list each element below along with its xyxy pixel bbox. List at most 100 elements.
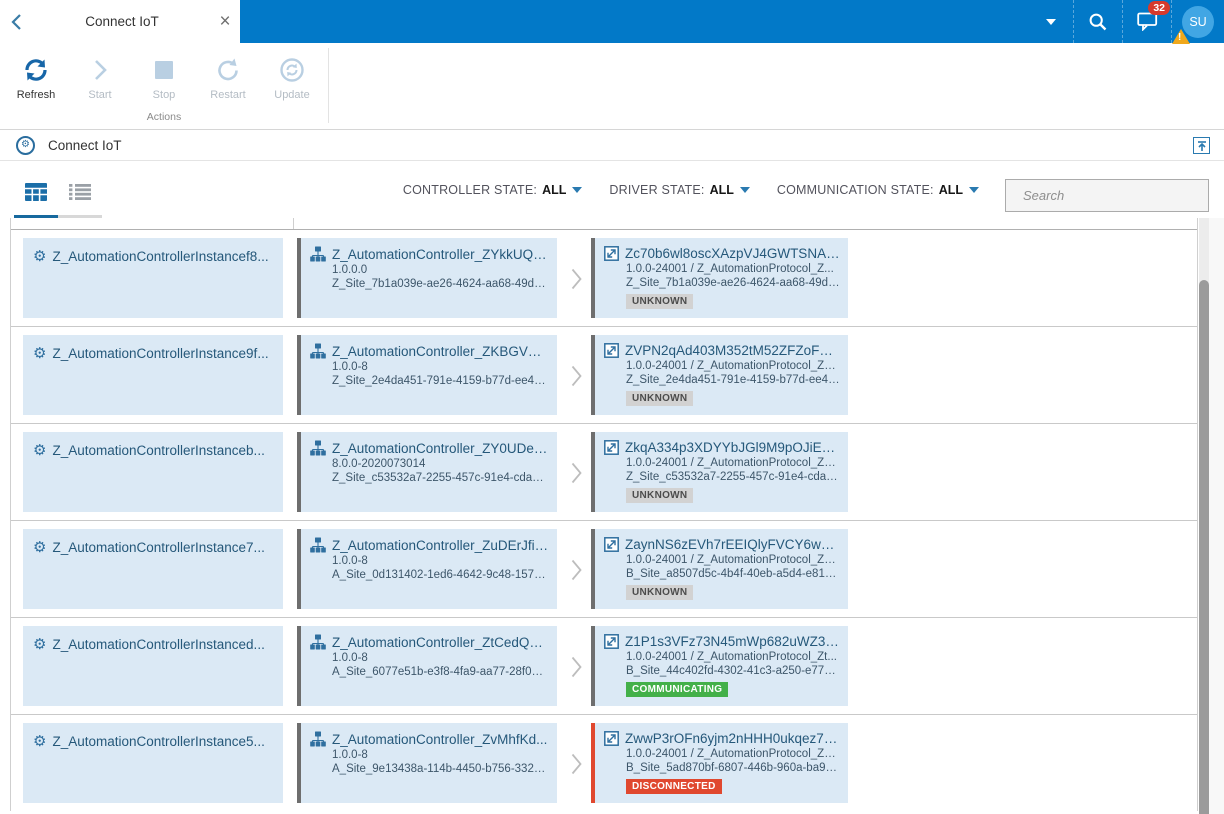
vertical-scrollbar[interactable] (1199, 218, 1209, 814)
toolbar-group-label: Actions (146, 111, 182, 123)
topbar-dropdown-button[interactable] (1028, 0, 1074, 43)
controller-state-filter[interactable]: CONTROLLER STATE: ALL (403, 183, 583, 197)
expand-row-button[interactable] (563, 521, 589, 618)
start-icon (68, 55, 132, 85)
grid-view-toggle[interactable] (14, 183, 58, 218)
top-bar: Connect IoT × 32 SU (0, 0, 1224, 44)
controller-name: Z_AutomationController_ZvMhfKd... (332, 731, 548, 747)
controller-card[interactable]: Z_AutomationController_ZKBGVVV... 1.0.0-… (297, 335, 557, 415)
back-button[interactable] (0, 0, 34, 43)
exchange-icon (604, 246, 619, 261)
refresh-button[interactable]: Refresh (4, 55, 68, 101)
chevron-left-icon (11, 13, 21, 30)
right-gutter (1209, 218, 1224, 814)
user-menu-button[interactable]: SU (1172, 0, 1224, 44)
list-view-toggle[interactable] (58, 183, 102, 218)
avatar: SU (1172, 5, 1214, 44)
controller-card[interactable]: Z_AutomationController_ZtCedQO... 1.0.0-… (297, 626, 557, 706)
driver-card[interactable]: ZVPN2qAd403M352tM52ZFZoFpPr... 1.0.0-240… (591, 335, 848, 415)
search-input[interactable] (1023, 188, 1199, 203)
driver-site: B_Site_a8507d5c-4b4f-40eb-a5d4-e81b1... (626, 568, 840, 580)
driver-site: Z_Site_7b1a039e-ae26-4624-aa68-49de0... (626, 277, 840, 289)
restart-button[interactable]: Restart (196, 55, 260, 101)
table-row: ⚙ Z_AutomationControllerInstanced... Z_A… (11, 618, 1197, 715)
instance-card[interactable]: ⚙ Z_AutomationControllerInstancef8... (23, 238, 283, 318)
driver-version-protocol: 1.0.0-24001 / Z_AutomationProtocol_Zb... (626, 748, 840, 760)
toolbar-separator (328, 48, 329, 123)
controller-card[interactable]: Z_AutomationController_ZvMhfKd... 1.0.0-… (297, 723, 557, 803)
controller-site: A_Site_6077e51b-e3f8-4fa9-aa77-28f01fc..… (332, 666, 549, 678)
connect-iot-icon: ⚙ (16, 135, 35, 155)
communication-state-badge: UNKNOWN (626, 488, 694, 503)
controller-name: Z_AutomationController_ZKBGVVV... (332, 343, 549, 359)
driver-site: Z_Site_c53532a7-2255-457c-91e4-cda666... (626, 471, 840, 483)
chevron-right-icon (571, 656, 582, 677)
table-row: ⚙ Z_AutomationControllerInstance9f... Z_… (11, 327, 1197, 424)
stop-button[interactable]: Stop (132, 55, 196, 101)
controller-version: 1.0.0-8 (332, 652, 368, 664)
exchange-icon (604, 440, 619, 455)
chevron-right-icon (571, 462, 582, 483)
driver-version-protocol: 1.0.0-24001 / Z_AutomationProtocol_Z... (626, 263, 834, 275)
driver-version-protocol: 1.0.0-24001 / Z_AutomationProtocol_Zyl..… (626, 457, 840, 469)
topbar-search-button[interactable] (1074, 0, 1123, 43)
controller-name: Z_AutomationController_ZtCedQO... (332, 634, 549, 650)
driver-card[interactable]: ZwwP3rOFn6yjm2nHHH0ukqez7YK0 1.0.0-24001… (591, 723, 848, 803)
stop-icon (132, 55, 196, 85)
driver-card[interactable]: ZkqA334p3XDYYbJGl9M9pOJiENFYN 1.0.0-2400… (591, 432, 848, 512)
communication-state-badge: UNKNOWN (626, 391, 694, 406)
tab-connect-iot[interactable]: Connect IoT × (0, 0, 240, 43)
controller-name: Z_AutomationController_ZuDErJfiE... (332, 537, 549, 553)
driver-card[interactable]: Zc70b6wl8oscXAzpVJ4GWTSNAB6uj 1.0.0-2400… (591, 238, 848, 318)
driver-card[interactable]: Z1P1s3VFz73N45mWp682uWZ39... 1.0.0-24001… (591, 626, 848, 706)
start-button[interactable]: Start (68, 55, 132, 101)
driver-site: B_Site_44c402fd-4302-41c3-a250-e77ab7... (626, 665, 840, 677)
chevron-right-icon (571, 365, 582, 386)
driver-site: B_Site_5ad870bf-6807-446b-960a-ba9f76... (626, 762, 840, 774)
driver-card[interactable]: ZaynNS6zEVh7rEEIQlyFVCY6wvgu... 1.0.0-24… (591, 529, 848, 609)
controller-version: 1.0.0-8 (332, 361, 368, 373)
search-icon (1089, 13, 1107, 30)
controller-card[interactable]: Z_AutomationController_ZuDErJfiE... 1.0.… (297, 529, 557, 609)
controller-table: ⚙ Z_AutomationControllerInstancef8... Z_… (10, 218, 1198, 811)
instance-card[interactable]: ⚙ Z_AutomationControllerInstance7... (23, 529, 283, 609)
chevron-down-icon (572, 186, 583, 193)
controller-card[interactable]: Z_AutomationController_ZY0UDe1... 8.0.0-… (297, 432, 557, 512)
instance-card[interactable]: ⚙ Z_AutomationControllerInstance5... (23, 723, 283, 803)
table-row: ⚙ Z_AutomationControllerInstance7... Z_A… (11, 521, 1197, 618)
instance-card[interactable]: ⚙ Z_AutomationControllerInstance9f... (23, 335, 283, 415)
update-button[interactable]: Update (260, 55, 324, 101)
collapse-panel-button[interactable] (1193, 137, 1210, 154)
instance-card[interactable]: ⚙ Z_AutomationControllerInstanceb... (23, 432, 283, 512)
scrollbar-thumb[interactable] (1199, 280, 1209, 814)
topbar-actions: 32 SU (1028, 0, 1224, 44)
page-title: Connect IoT (48, 137, 122, 153)
avatar-initials: SU (1189, 14, 1207, 29)
update-icon (260, 55, 324, 85)
instance-name: Z_AutomationControllerInstanced... (52, 637, 265, 652)
notifications-button[interactable]: 32 (1123, 0, 1172, 43)
controller-site: Z_Site_c53532a7-2255-457c-91e4-cda666... (332, 472, 549, 484)
expand-row-button[interactable] (563, 424, 589, 521)
expand-row-button[interactable] (563, 715, 589, 811)
controller-card[interactable]: Z_AutomationController_ZYkkUQL... 1.0.0.… (297, 238, 557, 318)
view-toggles (14, 183, 102, 218)
grid-view-icon (25, 183, 47, 201)
controller-version: 1.0.0.0 (332, 264, 368, 276)
expand-row-button[interactable] (563, 327, 589, 424)
driver-version-protocol: 1.0.0-24001 / Z_AutomationProtocol_ZE... (626, 554, 840, 566)
close-tab-icon[interactable]: × (210, 0, 240, 43)
expand-row-button[interactable] (563, 230, 589, 327)
gear-icon: ⚙ (33, 637, 47, 652)
chevron-down-icon (969, 186, 979, 193)
driver-version-protocol: 1.0.0-24001 / Z_AutomationProtocol_Zt... (626, 651, 837, 663)
controller-version: 8.0.0-2020073014 (332, 458, 426, 470)
communication-state-filter[interactable]: COMMUNICATION STATE: ALL (777, 183, 979, 197)
chevron-right-icon (571, 559, 582, 580)
controller-name: Z_AutomationController_ZY0UDe1... (332, 440, 549, 456)
driver-site: Z_Site_2e4da451-791e-4159-b77d-ee4a5... (626, 374, 840, 386)
expand-row-button[interactable] (563, 618, 589, 715)
driver-name: ZVPN2qAd403M352tM52ZFZoFpPr... (625, 343, 840, 358)
instance-card[interactable]: ⚙ Z_AutomationControllerInstanced... (23, 626, 283, 706)
driver-state-filter[interactable]: DRIVER STATE: ALL (609, 183, 750, 197)
